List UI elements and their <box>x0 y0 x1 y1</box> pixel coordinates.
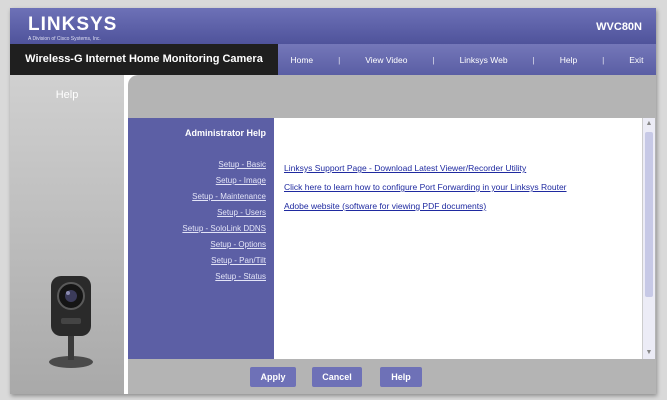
help-link-setup-pan-tilt[interactable]: Setup - Pan/Tilt <box>182 253 266 269</box>
vertical-scrollbar[interactable]: ▲ ▼ <box>642 118 655 359</box>
help-link-setup-users[interactable]: Setup - Users <box>182 205 266 221</box>
help-link-setup-options[interactable]: Setup - Options <box>182 237 266 253</box>
help-link-setup-status[interactable]: Setup - Status <box>182 269 266 285</box>
product-title: Wireless-G Internet Home Monitoring Came… <box>25 53 263 65</box>
help-link-list: Setup - Basic Setup - Image Setup - Main… <box>182 157 266 285</box>
button-bar: Apply Cancel Help <box>128 361 656 394</box>
resource-link-list: Linksys Support Page - Download Latest V… <box>284 159 567 216</box>
camera-image <box>49 276 93 368</box>
help-link-setup-image[interactable]: Setup - Image <box>182 173 266 189</box>
apply-button[interactable]: Apply <box>250 367 296 387</box>
link-port-forwarding[interactable]: Click here to learn how to configure Por… <box>284 178 567 197</box>
link-linksys-support[interactable]: Linksys Support Page - Download Latest V… <box>284 159 567 178</box>
scrollbar-thumb[interactable] <box>645 132 653 297</box>
admin-help-title: Administrator Help <box>184 128 266 138</box>
sidebar-title: Help <box>55 89 79 101</box>
model-name: WVC80N <box>596 21 642 33</box>
help-link-setup-basic[interactable]: Setup - Basic <box>182 157 266 173</box>
logo-subtitle: A Division of Cisco Systems, Inc. <box>28 36 101 42</box>
menu-separator: | <box>602 54 605 65</box>
main-panel: Administrator Help Setup - Basic Setup -… <box>128 75 656 394</box>
cancel-button[interactable]: Cancel <box>312 367 362 387</box>
scroll-down-icon[interactable]: ▼ <box>643 347 655 359</box>
browser-page: LINKSYS A Division of Cisco Systems, Inc… <box>10 8 656 394</box>
menu-exit[interactable]: Exit <box>629 55 643 65</box>
main-area: Administrator Help Setup - Basic Setup -… <box>124 75 656 394</box>
nav-bar: Wireless-G Internet Home Monitoring Came… <box>10 44 656 75</box>
content-area: Administrator Help Setup - Basic Setup -… <box>128 118 655 359</box>
menu-linksys-web[interactable]: Linksys Web <box>460 55 508 65</box>
menu-separator: | <box>338 54 341 65</box>
menu-separator: | <box>432 54 435 65</box>
help-button[interactable]: Help <box>380 367 422 387</box>
linksys-logo: LINKSYS <box>28 14 118 35</box>
link-adobe-website[interactable]: Adobe website (software for viewing PDF … <box>284 197 567 216</box>
menu-help[interactable]: Help <box>560 55 577 65</box>
menu-view-video[interactable]: View Video <box>365 55 407 65</box>
header-bar: LINKSYS A Division of Cisco Systems, Inc… <box>10 8 656 44</box>
admin-help-panel: Administrator Help Setup - Basic Setup -… <box>128 118 274 359</box>
menu-home[interactable]: Home <box>290 55 313 65</box>
menu-separator: | <box>532 54 535 65</box>
help-link-setup-sololink-ddns[interactable]: Setup - SoloLink DDNS <box>182 221 266 237</box>
top-menu: Home | View Video | Linksys Web | Help |… <box>278 44 656 75</box>
scroll-up-icon[interactable]: ▲ <box>643 118 655 130</box>
help-link-setup-maintenance[interactable]: Setup - Maintenance <box>182 189 266 205</box>
left-sidebar: Help <box>10 75 124 394</box>
